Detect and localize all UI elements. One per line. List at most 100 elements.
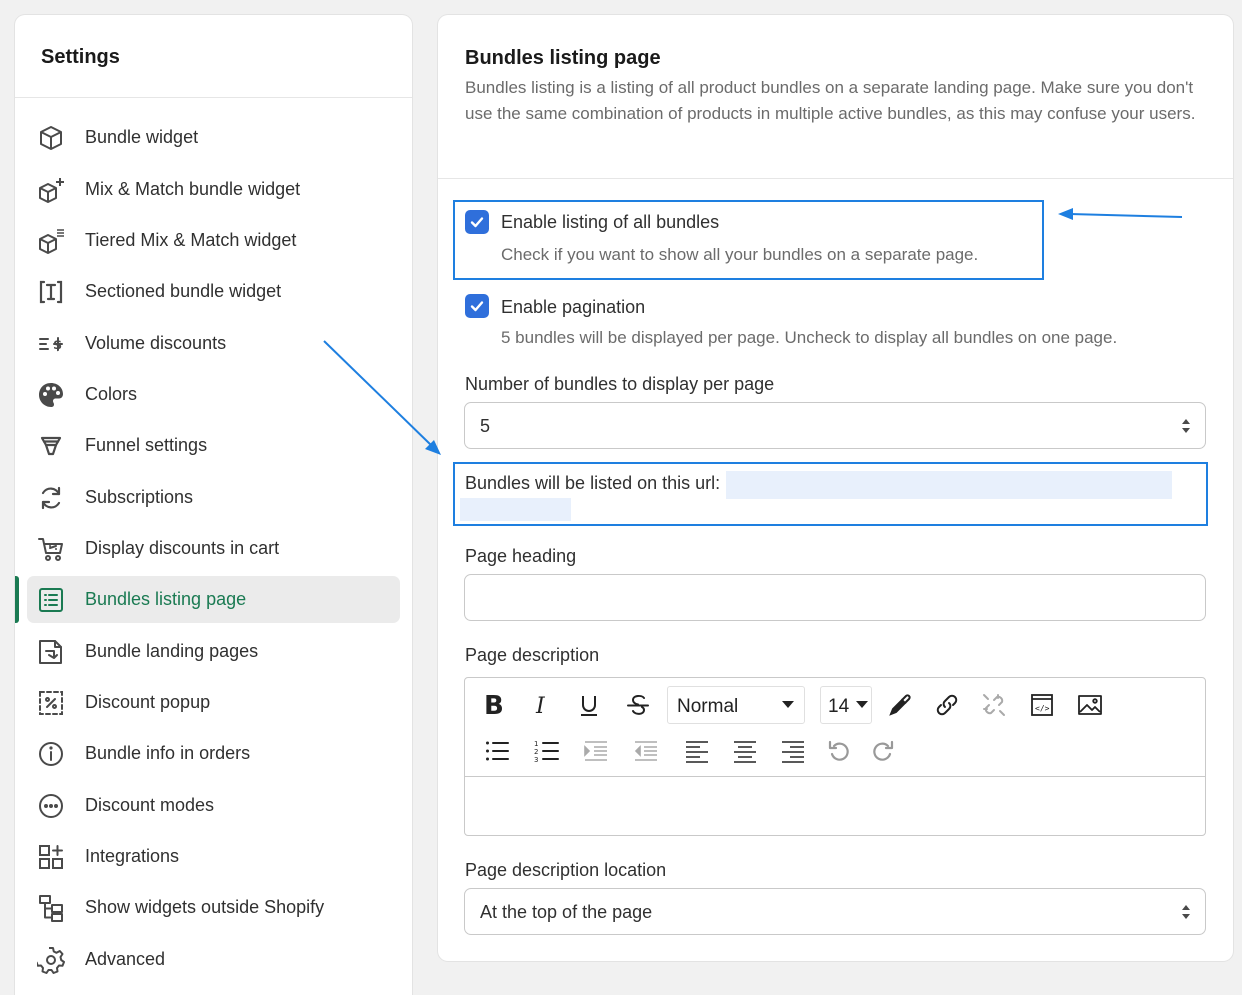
cube-icon [37,124,65,152]
sidebar-item-advanced[interactable]: Advanced [27,936,400,983]
sectioned-bracket-icon [37,278,65,306]
page-heading-label: Page heading [465,546,577,566]
cube-list-icon [37,227,65,255]
select-arrows-icon [1182,419,1190,433]
page-description-textarea[interactable] [465,777,1205,835]
sidebar-item-bundle-landing-pages[interactable]: Bundle landing pages [27,628,400,675]
page-description-label: Page description [465,645,600,665]
sidebar-item-bundle-info-in-orders[interactable]: Bundle info in orders [27,730,400,777]
sidebar-item-colors[interactable]: Colors [27,371,400,418]
sidebar-item-subscriptions[interactable]: Subscriptions [27,474,400,521]
unlink-icon[interactable] [979,690,1009,720]
listing-url-redacted[interactable] [726,471,1172,499]
refresh-icon [37,484,65,512]
bundles-listing-card: Bundles listing page Bundles listing is … [438,15,1233,961]
apps-plus-icon [37,843,65,871]
align-center-icon[interactable] [730,736,760,766]
sidebar-item-volume-discounts[interactable]: $ Volume discounts [27,320,400,367]
gear-icon [37,946,65,974]
sidebar-item-label: Integrations [85,846,180,866]
sidebar-item-label: Display discounts in cart [85,538,280,558]
svg-text:I: I [535,694,546,718]
svg-text:B: B [484,692,504,718]
text-format-select[interactable]: Normal [667,686,805,724]
page-description-editor: B I Normal 14 </> 1 2 3 [464,677,1206,836]
page-heading-input[interactable] [464,574,1206,621]
sidebar-item-label: Mix & Match bundle widget [85,179,301,199]
sidebar-item-bundle-widget[interactable]: Bundle widget [27,114,400,161]
redo-icon[interactable] [868,736,898,766]
enable-listing-label: Enable listing of all bundles [501,212,720,232]
link-icon[interactable] [932,690,962,720]
description-location-select[interactable]: At the top of the page [464,888,1206,935]
settings-sidebar: Settings Bundle widget Mix & Match bundl… [15,15,412,995]
page-description-text: Bundles listing is a listing of all prod… [465,78,1196,123]
color-picker-icon[interactable] [885,690,915,720]
sitemap-icon [37,894,65,922]
font-size-select[interactable]: 14 [820,686,872,724]
sidebar-item-funnel-settings[interactable]: Funnel settings [27,422,400,469]
chevron-down-icon [856,701,868,708]
enable-pagination-help: 5 bundles will be displayed per page. Un… [501,328,1118,347]
sidebar-item-label: Discount modes [85,795,215,815]
sidebar-item-tiered-mix-match[interactable]: Tiered Mix & Match widget [27,217,400,264]
sidebar-item-label: Tiered Mix & Match widget [85,230,297,250]
listing-url-label: Bundles will be listed on this url: [465,473,721,493]
sidebar-item-label: Bundle info in orders [85,743,251,763]
align-left-icon[interactable] [682,736,712,766]
per-page-label: Number of bundles to display per page [465,374,775,394]
undo-icon[interactable] [824,736,854,766]
sidebar-item-discount-popup[interactable]: Discount popup [27,679,400,726]
enable-pagination-label: Enable pagination [501,297,646,317]
bold-icon[interactable]: B [479,690,509,720]
svg-text:$: $ [53,338,62,353]
check-icon [470,217,484,228]
sidebar-item-label: Show widgets outside Shopify [85,897,325,917]
sidebar-item-display-discounts-in-cart[interactable]: Display discounts in cart [27,525,400,572]
card-header: Bundles listing page Bundles listing is … [438,15,1233,179]
bullet-list-icon[interactable] [482,736,512,766]
funnel-icon [37,432,65,460]
cart-icon [37,535,65,563]
outdent-icon[interactable] [631,736,661,766]
align-right-icon[interactable] [778,736,808,766]
sidebar-item-sectioned-bundle[interactable]: Sectioned bundle widget [27,268,400,315]
sidebar-item-label: Funnel settings [85,435,208,455]
dots-circle-icon [37,792,65,820]
volume-discount-icon: $ [37,330,65,358]
svg-text:2: 2 [534,748,538,756]
listing-url-redacted-continued [460,498,571,521]
sidebar-item-bundles-listing-page[interactable]: Bundles listing page [15,576,400,623]
palette-icon [37,381,65,409]
sidebar-item-integrations[interactable]: Integrations [27,833,400,880]
strikethrough-icon[interactable] [623,690,653,720]
numbered-list-icon[interactable]: 123 [532,736,562,766]
per-page-value: 5 [480,416,491,436]
editor-toolbar: B I Normal 14 </> 1 2 3 [465,678,1205,777]
cube-plus-icon [37,176,65,204]
sidebar-item-label: Sectioned bundle widget [85,281,282,301]
enable-pagination-checkbox[interactable] [465,294,489,318]
select-arrows-icon [1182,905,1190,919]
chevron-down-icon [782,701,794,708]
info-icon [37,740,65,768]
sidebar-item-mix-match[interactable]: Mix & Match bundle widget [27,166,400,213]
svg-text:1: 1 [534,740,538,748]
check-icon [470,301,484,312]
underline-icon[interactable] [574,690,604,720]
per-page-select[interactable]: 5 [464,402,1206,449]
enable-listing-checkbox[interactable] [465,210,489,234]
enable-listing-help: Check if you want to show all your bundl… [501,245,979,264]
sidebar-title: Settings [41,46,120,68]
italic-icon[interactable]: I [527,690,557,720]
indent-icon[interactable] [581,736,611,766]
sidebar-item-show-widgets-outside-shopify[interactable]: Show widgets outside Shopify [27,884,400,931]
sidebar-item-label: Bundle widget [85,127,199,147]
sidebar-header: Settings [15,15,412,98]
active-indicator [15,576,19,623]
image-icon[interactable] [1075,690,1105,720]
sidebar-item-discount-modes[interactable]: Discount modes [27,782,400,829]
sidebar-item-label: Volume discounts [85,333,227,353]
code-view-icon[interactable]: </> [1027,690,1057,720]
sidebar-item-label: Bundles listing page [85,589,247,609]
